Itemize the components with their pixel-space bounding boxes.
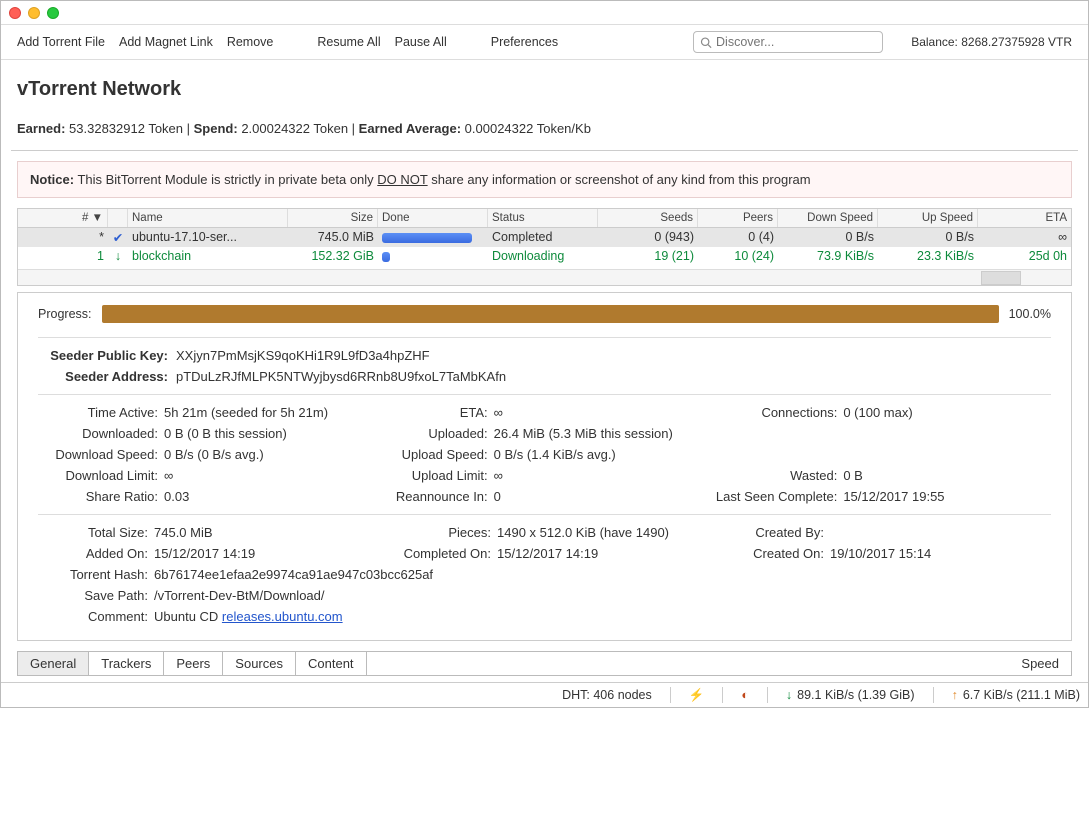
check-icon: ✔ (113, 231, 123, 245)
seeder-addr: pTDuLzRJfMLPK5NTWyjbysd6RRnb8U9fxoL7TaMb… (176, 369, 1051, 384)
seeder-pk-label: Seeder Public Key: (38, 348, 168, 363)
resume-all-button[interactable]: Resume All (317, 35, 380, 49)
tab-trackers[interactable]: Trackers (89, 652, 164, 675)
col-status[interactable]: Status (488, 209, 598, 227)
dht-status: DHT: 406 nodes (562, 688, 652, 702)
col-seeds[interactable]: Seeds (598, 209, 698, 227)
detail-panel: Progress: 100.0% Seeder Public Key: XXjy… (17, 292, 1072, 641)
app-window: Add Torrent File Add Magnet Link Remove … (0, 0, 1089, 708)
plug-icon[interactable]: ⚡ (689, 688, 705, 703)
notice-banner: Notice: This BitTorrent Module is strict… (17, 161, 1072, 198)
col-uspeed[interactable]: Up Speed (878, 209, 978, 227)
down-speed-status: ↓89.1 KiB/s (1.39 GiB) (786, 688, 915, 702)
down-arrow-icon: ↓ (786, 688, 792, 702)
preferences-button[interactable]: Preferences (491, 35, 558, 49)
table-row[interactable]: 1 ↓ blockchain 152.32 GiB Downloading 19… (18, 247, 1071, 265)
maximize-icon[interactable] (47, 7, 59, 19)
col-num[interactable]: # ▼ (18, 209, 108, 227)
search-field[interactable] (693, 31, 883, 53)
remove-button[interactable]: Remove (227, 35, 274, 49)
tab-general[interactable]: General (18, 652, 89, 675)
col-eta[interactable]: ETA (978, 209, 1071, 227)
close-icon[interactable] (9, 7, 21, 19)
col-dspeed[interactable]: Down Speed (778, 209, 878, 227)
stats-line: Earned: 53.32832912 Token | Spend: 2.000… (11, 115, 1078, 151)
col-done[interactable]: Done (378, 209, 488, 227)
progress-bar-large (102, 305, 999, 323)
up-speed-status: ↑6.7 KiB/s (211.1 MiB) (952, 688, 1080, 702)
detail-tabs: General Trackers Peers Sources Content S… (17, 651, 1072, 676)
seeder-addr-label: Seeder Address: (38, 369, 168, 384)
search-icon (700, 36, 712, 49)
comment-link[interactable]: releases.ubuntu.com (222, 609, 343, 624)
titlebar (1, 1, 1088, 25)
progress-bar (382, 233, 472, 243)
status-bar: DHT: 406 nodes ⚡ ◐ ↓89.1 KiB/s (1.39 GiB… (1, 682, 1088, 707)
table-header[interactable]: # ▼ Name Size Done Status Seeds Peers Do… (18, 209, 1071, 228)
balance: Balance: 8268.27375928 VTR (911, 35, 1072, 49)
table-row[interactable]: * ✔ ubuntu-17.10-ser... 745.0 MiB Comple… (18, 228, 1071, 247)
tab-content[interactable]: Content (296, 652, 367, 675)
toolbar: Add Torrent File Add Magnet Link Remove … (1, 25, 1088, 60)
progress-percent: 100.0% (1009, 307, 1051, 321)
tab-peers[interactable]: Peers (164, 652, 223, 675)
add-file-button[interactable]: Add Torrent File (17, 35, 105, 49)
minimize-icon[interactable] (28, 7, 40, 19)
tab-speed[interactable]: Speed (1009, 652, 1071, 675)
col-size[interactable]: Size (288, 209, 378, 227)
up-arrow-icon: ↑ (952, 688, 958, 702)
seeder-pk: XXjyn7PmMsjKS9qoKHi1R9L9fD3a4hpZHF (176, 348, 1051, 363)
add-magnet-button[interactable]: Add Magnet Link (119, 35, 213, 49)
tab-sources[interactable]: Sources (223, 652, 296, 675)
col-name[interactable]: Name (128, 209, 288, 227)
pause-all-button[interactable]: Pause All (395, 35, 447, 49)
search-input[interactable] (716, 35, 876, 49)
col-peers[interactable]: Peers (698, 209, 778, 227)
progress-label: Progress: (38, 307, 92, 321)
torrent-table: # ▼ Name Size Done Status Seeds Peers Do… (17, 208, 1072, 286)
progress-bar (382, 252, 390, 262)
horizontal-scrollbar[interactable] (18, 269, 1071, 285)
col-icon[interactable] (108, 209, 128, 227)
page-title: vTorrent Network (11, 60, 1078, 115)
download-icon: ↓ (115, 249, 121, 263)
globe-icon[interactable]: ◐ (741, 688, 749, 702)
